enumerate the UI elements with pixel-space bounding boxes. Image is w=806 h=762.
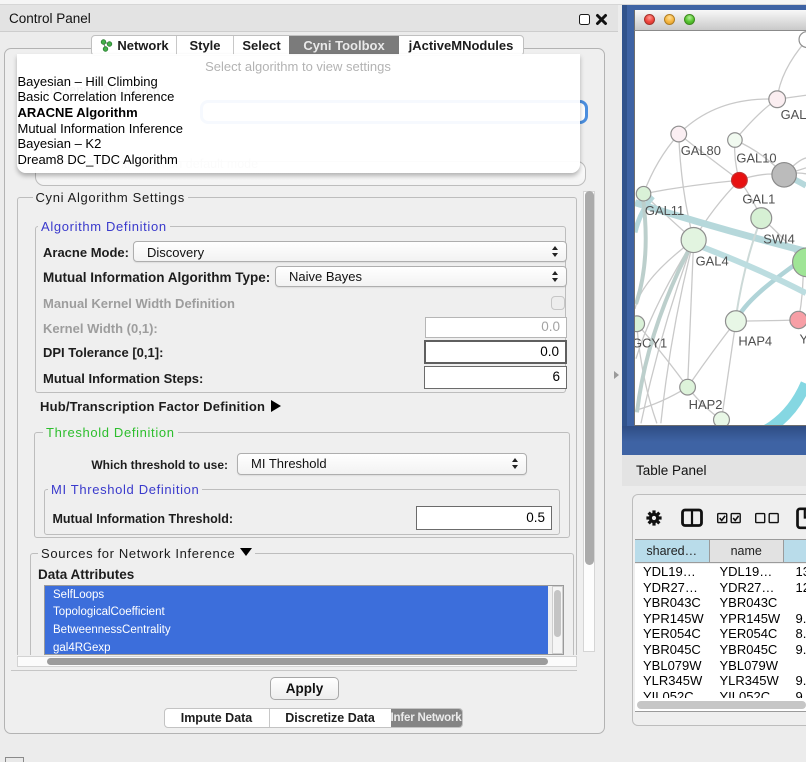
svg-text:GAL80: GAL80 xyxy=(681,143,721,158)
svg-text:SWI4: SWI4 xyxy=(763,231,795,246)
svg-text:GAL10: GAL10 xyxy=(736,150,776,165)
svg-text:GAL4: GAL4 xyxy=(696,253,729,268)
svg-text:GAL11: GAL11 xyxy=(645,203,684,218)
svg-text:GAL7: GAL7 xyxy=(781,107,806,122)
svg-text:GAL1: GAL1 xyxy=(742,192,775,207)
svg-text:GCY1: GCY1 xyxy=(634,335,667,350)
svg-text:HAP2: HAP2 xyxy=(689,397,723,412)
svg-text:HAP4: HAP4 xyxy=(738,333,772,348)
svg-text:Y: Y xyxy=(800,331,806,346)
